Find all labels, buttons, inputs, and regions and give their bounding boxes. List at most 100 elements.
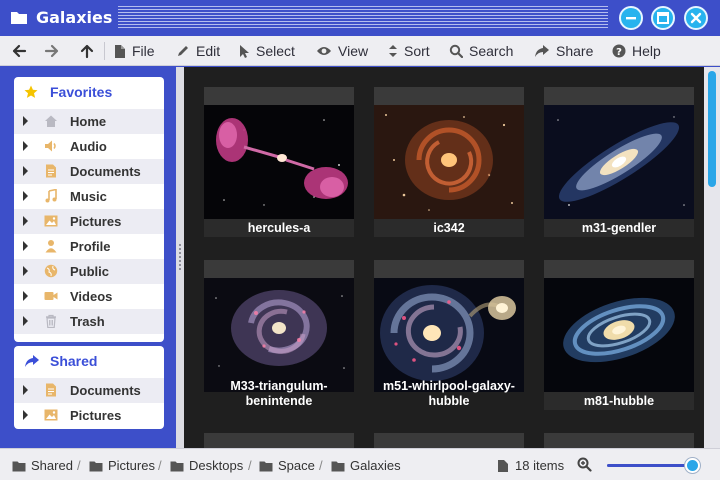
search-icon (449, 44, 463, 58)
vertical-scrollbar[interactable] (704, 67, 720, 448)
search-menu[interactable]: Search (449, 36, 513, 66)
file-thumbnail[interactable]: ic342 (374, 87, 524, 239)
search-menu-label: Search (469, 43, 514, 59)
toolbar: File Edit Select View Sort Search Share … (0, 36, 720, 66)
shared-title: Shared (50, 353, 98, 369)
galaxy-image (374, 105, 524, 219)
breadcrumb-separator: / (319, 458, 323, 473)
sort-menu-label: Sort (404, 43, 430, 59)
galaxy-image (544, 105, 694, 219)
expand-chevron-icon[interactable] (23, 216, 28, 226)
title-bar-grip[interactable] (118, 6, 608, 30)
favorites-header[interactable]: Favorites (14, 77, 164, 107)
item-count-label: 18 items (515, 458, 565, 473)
shared-panel: Shared Documents Pictures (14, 346, 164, 429)
sidebar-item-profile[interactable]: Profile (14, 234, 164, 259)
file-name: m31-gendler (581, 221, 657, 235)
sidebar-item-pictures[interactable]: Pictures (14, 209, 164, 234)
file-name: M33-triangulum-benintende (230, 379, 328, 408)
forward-button[interactable] (42, 41, 62, 61)
home-icon (45, 115, 57, 127)
folder-icon (89, 461, 103, 471)
breadcrumb-item[interactable]: Desktops (170, 458, 243, 473)
expand-chevron-icon[interactable] (23, 291, 28, 301)
expand-chevron-icon[interactable] (23, 116, 28, 126)
expand-chevron-icon[interactable] (23, 385, 28, 395)
file-thumbnail[interactable]: hercules-a (204, 87, 354, 239)
edit-menu[interactable]: Edit (176, 36, 220, 66)
breadcrumb-item[interactable]: Galaxies (331, 458, 401, 473)
sidebar-item-shared-documents[interactable]: Documents (14, 378, 164, 403)
expand-chevron-icon[interactable] (23, 241, 28, 251)
file-thumbnail[interactable]: M33-triangulum-benintende (204, 260, 354, 412)
sidebar-item-label: Music (70, 189, 107, 204)
folder-icon (331, 461, 345, 471)
eye-icon (317, 47, 331, 55)
file-thumbnail[interactable]: m31-gendler (544, 87, 694, 239)
folder-icon (11, 12, 27, 24)
expand-chevron-icon[interactable] (23, 166, 28, 176)
expand-chevron-icon[interactable] (23, 191, 28, 201)
expand-chevron-icon[interactable] (23, 266, 28, 276)
sidebar-resize-handle[interactable] (176, 67, 184, 448)
minimize-button[interactable] (619, 6, 643, 30)
help-menu[interactable]: ? Help (612, 36, 661, 66)
zoom-slider[interactable] (607, 458, 701, 473)
sort-icon (389, 45, 397, 57)
select-menu[interactable]: Select (238, 36, 295, 66)
breadcrumb-separator: / (158, 458, 162, 473)
document-icon (46, 383, 56, 397)
breadcrumb-item[interactable]: Space (259, 458, 315, 473)
zoom-icon[interactable] (577, 457, 592, 472)
sidebar-item-shared-pictures[interactable]: Pictures (14, 403, 164, 428)
sidebar-item-public[interactable]: Public (14, 259, 164, 284)
sort-menu[interactable]: Sort (388, 36, 430, 66)
sidebar: Favorites Home Audio Documents Music Pic… (0, 67, 176, 448)
expand-chevron-icon[interactable] (23, 410, 28, 420)
file-thumbnail[interactable]: m51-whirlpool-galaxy-hubble (374, 260, 524, 412)
person-icon (45, 240, 57, 253)
expand-chevron-icon[interactable] (23, 316, 28, 326)
close-button[interactable] (684, 6, 708, 30)
favorites-title: Favorites (50, 84, 113, 100)
share-icon (535, 45, 549, 57)
globe-icon (44, 264, 58, 278)
file-thumbnail-partial[interactable] (544, 433, 694, 448)
up-button[interactable] (77, 41, 97, 61)
file-thumbnail-partial[interactable] (374, 433, 524, 448)
sidebar-item-home[interactable]: Home (14, 109, 164, 134)
view-menu[interactable]: View (316, 36, 368, 66)
sidebar-item-audio[interactable]: Audio (14, 134, 164, 159)
sidebar-item-label: Trash (70, 314, 105, 329)
zoom-slider-knob[interactable] (685, 458, 701, 473)
sidebar-item-trash[interactable]: Trash (14, 309, 164, 334)
breadcrumb-label: Shared (31, 458, 73, 473)
pencil-icon (178, 46, 188, 56)
sidebar-item-music[interactable]: Music (14, 184, 164, 209)
window-title: Galaxies (36, 8, 113, 27)
file-thumbnail[interactable]: m81-hubble (544, 260, 694, 412)
item-count: 18 items (497, 458, 564, 473)
sidebar-item-documents[interactable]: Documents (14, 159, 164, 184)
file-name: hercules-a (247, 221, 311, 235)
file-menu[interactable]: File (114, 36, 155, 66)
breadcrumb-separator: / (77, 458, 81, 473)
folder-icon (12, 461, 26, 471)
breadcrumb-item[interactable]: Pictures (89, 458, 155, 473)
breadcrumb-item[interactable]: Shared (12, 458, 73, 473)
sidebar-item-label: Pictures (70, 214, 122, 229)
galaxy-image (544, 278, 694, 392)
shared-header[interactable]: Shared (14, 346, 164, 376)
file-thumbnail-partial[interactable] (204, 433, 354, 448)
title-bar[interactable]: Galaxies (0, 0, 720, 36)
expand-chevron-icon[interactable] (23, 141, 28, 151)
sidebar-item-videos[interactable]: Videos (14, 284, 164, 309)
trash-icon (46, 314, 56, 328)
share-menu[interactable]: Share (534, 36, 593, 66)
music-note-icon (45, 189, 57, 203)
view-menu-label: View (338, 43, 369, 59)
back-button[interactable] (9, 41, 29, 61)
scrollbar-thumb[interactable] (708, 71, 716, 187)
maximize-button[interactable] (651, 6, 675, 30)
breadcrumb-separator: / (248, 458, 252, 473)
